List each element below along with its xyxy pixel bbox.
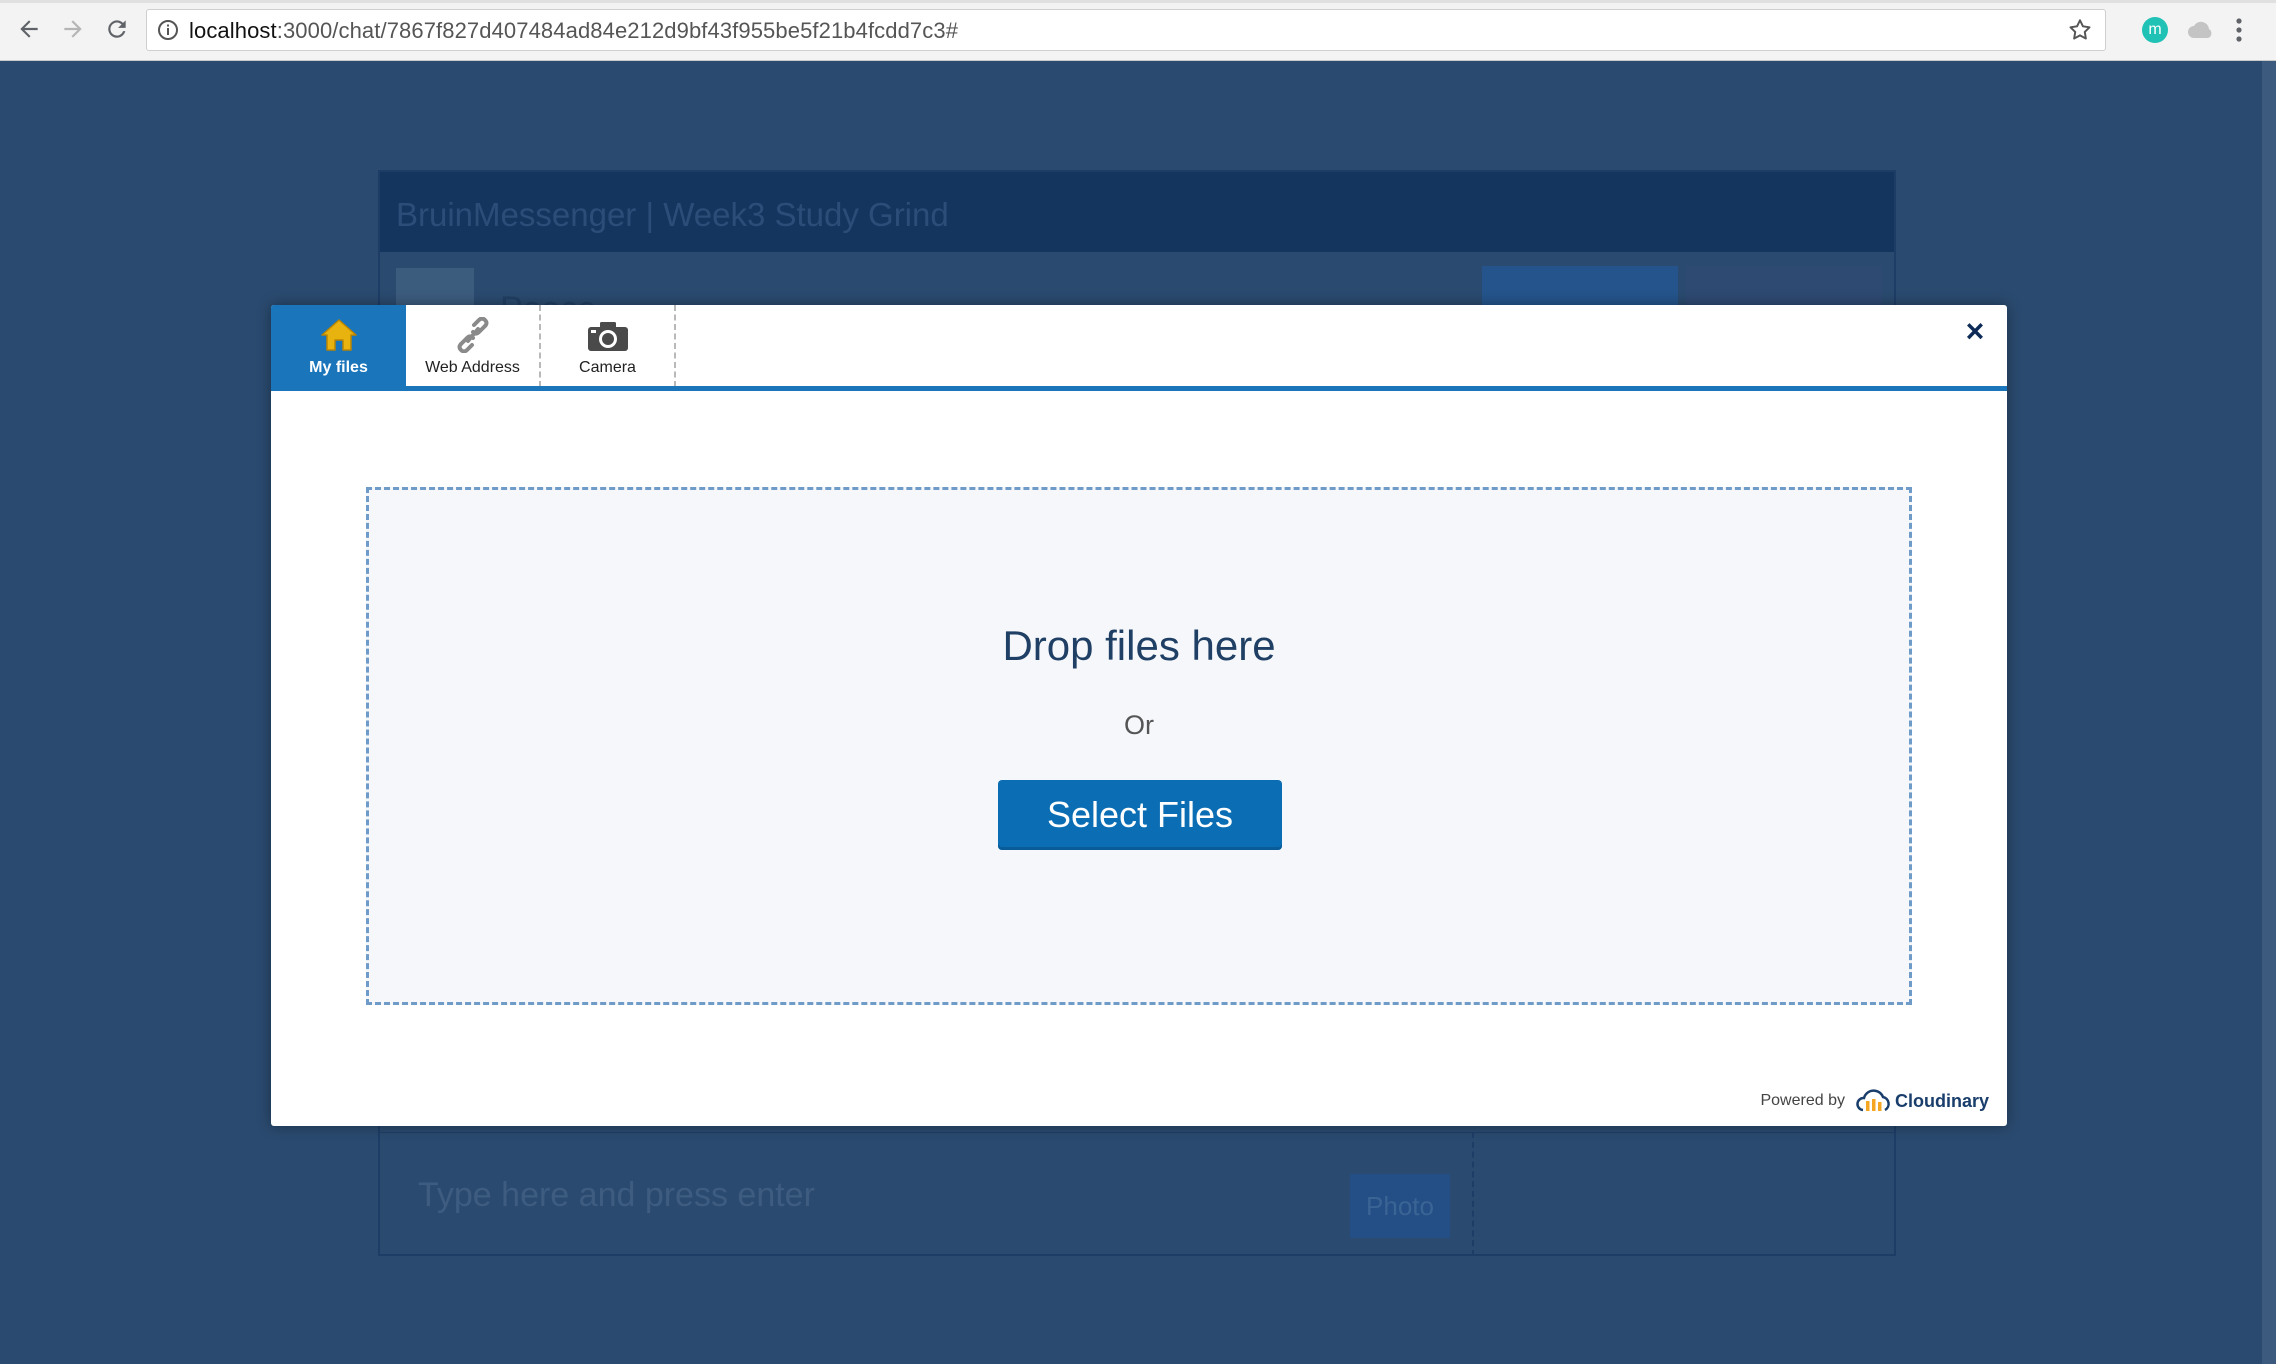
message-input-placeholder: Type here and press enter <box>418 1176 815 1214</box>
arrow-left-icon <box>20 20 38 38</box>
drop-title: Drop files here <box>1002 622 1276 669</box>
url-path: :3000/chat/7867f827d407484ad84e212d9bf43… <box>276 18 959 43</box>
url-text[interactable]: localhost:3000/chat/7867f827d407484ad84e… <box>189 18 958 44</box>
arrow-right-icon <box>64 20 82 38</box>
page-scrollbar[interactable] <box>2262 61 2276 1364</box>
cloudinary-brand: Cloudinary <box>1894 1090 1989 1111</box>
tab-camera[interactable]: Camera <box>541 305 676 387</box>
powered-by-cloudinary[interactable]: Powered by Cloudinary <box>1760 1088 1989 1114</box>
source-tabs: My files Web Address Camera <box>271 305 2007 387</box>
chat-header: BruinMessenger | Week3 Study Grind <box>380 172 1894 252</box>
tab-label: Web Address <box>425 359 520 376</box>
cloudinary-logo-icon <box>1856 1089 1890 1112</box>
cloud-extension-icon[interactable] <box>2187 18 2215 42</box>
browser-menu-icon[interactable] <box>2234 16 2244 44</box>
file-drop-zone[interactable]: Drop files here Or Select Files <box>366 487 1912 1005</box>
back-button[interactable] <box>12 12 46 46</box>
home-icon <box>320 319 357 351</box>
powered-by-label: Powered by <box>1760 1092 1845 1109</box>
forward-button[interactable] <box>56 12 90 46</box>
browser-toolbar: localhost:3000/chat/7867f827d407484ad84e… <box>0 0 2276 61</box>
tab-label: Camera <box>579 359 636 376</box>
close-icon[interactable]: × <box>1961 315 1989 347</box>
link-icon <box>457 317 488 353</box>
composer-divider <box>1472 1132 1474 1256</box>
upload-widget-modal: My files Web Address Camera × Drop files… <box>271 305 2007 1126</box>
photo-button: Photo <box>1350 1174 1450 1238</box>
reload-icon <box>108 20 126 38</box>
tab-label: My files <box>309 359 368 376</box>
select-files-button[interactable]: Select Files <box>998 780 1282 850</box>
chat-title: BruinMessenger | Week3 Study Grind <box>396 196 949 233</box>
info-icon[interactable] <box>157 19 179 41</box>
url-host: localhost <box>189 18 277 43</box>
tab-web-address[interactable]: Web Address <box>406 305 541 387</box>
extension-m-icon[interactable]: m <box>2142 17 2168 43</box>
tab-strip-edge <box>0 0 2276 3</box>
tab-my-files[interactable]: My files <box>271 305 406 387</box>
reload-button[interactable] <box>100 12 134 46</box>
camera-icon <box>587 322 628 351</box>
tab-underline <box>271 386 2007 391</box>
address-bar[interactable]: localhost:3000/chat/7867f827d407484ad84e… <box>146 9 2106 51</box>
bookmark-star-icon[interactable] <box>2067 17 2093 43</box>
or-separator: Or <box>1124 710 1154 740</box>
composer-border <box>380 1132 1894 1133</box>
